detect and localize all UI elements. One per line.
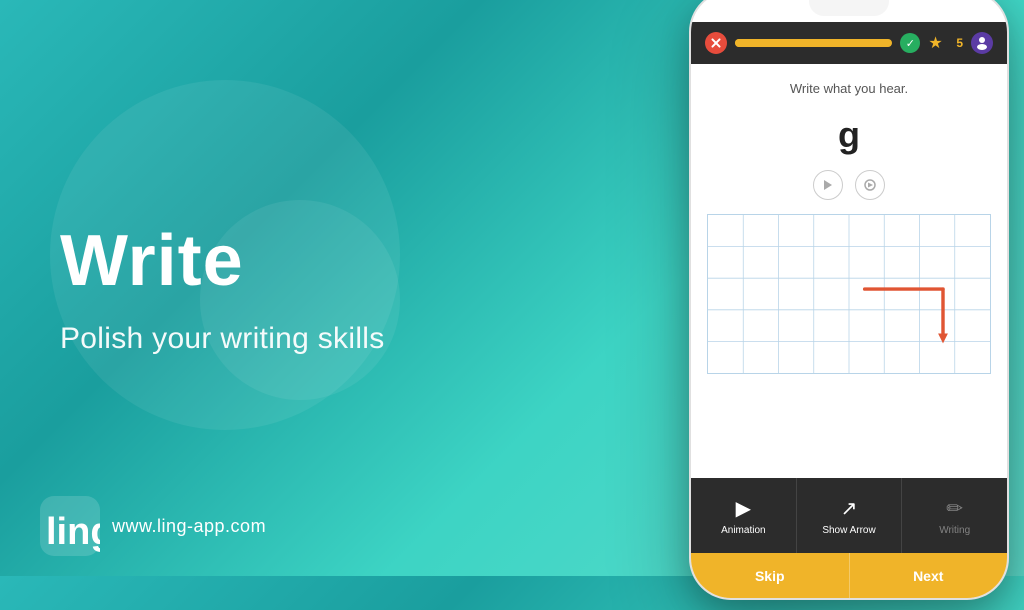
- logo-area: ling www.ling-app.com: [40, 496, 266, 556]
- phone-mockup: ✓ ★ 5 Write what you hear. g: [664, 0, 1024, 610]
- normal-audio-button[interactable]: [855, 170, 885, 200]
- audio-buttons: [691, 164, 1007, 206]
- animation-button[interactable]: ▶ Animation: [691, 478, 797, 553]
- play-icon: ▶: [736, 496, 751, 521]
- slow-audio-button[interactable]: [813, 170, 843, 200]
- writing-button[interactable]: ✏ Writing: [902, 478, 1007, 553]
- app-content: ✓ ★ 5 Write what you hear. g: [691, 22, 1007, 598]
- target-character: g: [838, 114, 860, 155]
- svg-text:ling: ling: [46, 511, 100, 553]
- subtitle: Polish your writing skills: [60, 322, 385, 356]
- main-title: Write: [60, 220, 385, 302]
- character-display: g: [691, 106, 1007, 164]
- score-number: 5: [956, 36, 963, 50]
- progress-fill: [735, 39, 869, 47]
- writing-label: Writing: [939, 525, 970, 536]
- show-arrow-label: Show Arrow: [822, 525, 875, 536]
- star-icon: ★: [928, 33, 948, 53]
- close-button[interactable]: [705, 32, 727, 54]
- check-icon: ✓: [900, 33, 920, 53]
- animation-label: Animation: [721, 525, 765, 536]
- grid-svg: [708, 215, 990, 373]
- logo-url: www.ling-app.com: [112, 516, 266, 537]
- writing-grid-container: [691, 206, 1007, 478]
- instruction-area: Write what you hear.: [691, 64, 1007, 106]
- writing-grid[interactable]: [707, 214, 991, 374]
- left-content: Write Polish your writing skills: [60, 220, 385, 356]
- phone-notch: [809, 0, 889, 16]
- ling-logo-icon: ling: [40, 496, 100, 556]
- profile-icon: [971, 32, 993, 54]
- instruction-text: Write what you hear.: [790, 81, 908, 96]
- pencil-icon: ✏: [946, 496, 963, 521]
- phone-body: ✓ ★ 5 Write what you hear. g: [689, 0, 1009, 600]
- progress-bar-area: ✓ ★ 5: [691, 22, 1007, 64]
- progress-track: [735, 39, 892, 47]
- show-arrow-button[interactable]: ↗ Show Arrow: [797, 478, 903, 553]
- bottom-toolbar: ▶ Animation ↗ Show Arrow ✏ Writing: [691, 478, 1007, 553]
- arrow-icon: ↗: [841, 496, 858, 521]
- phone-top-bar: [691, 0, 1007, 22]
